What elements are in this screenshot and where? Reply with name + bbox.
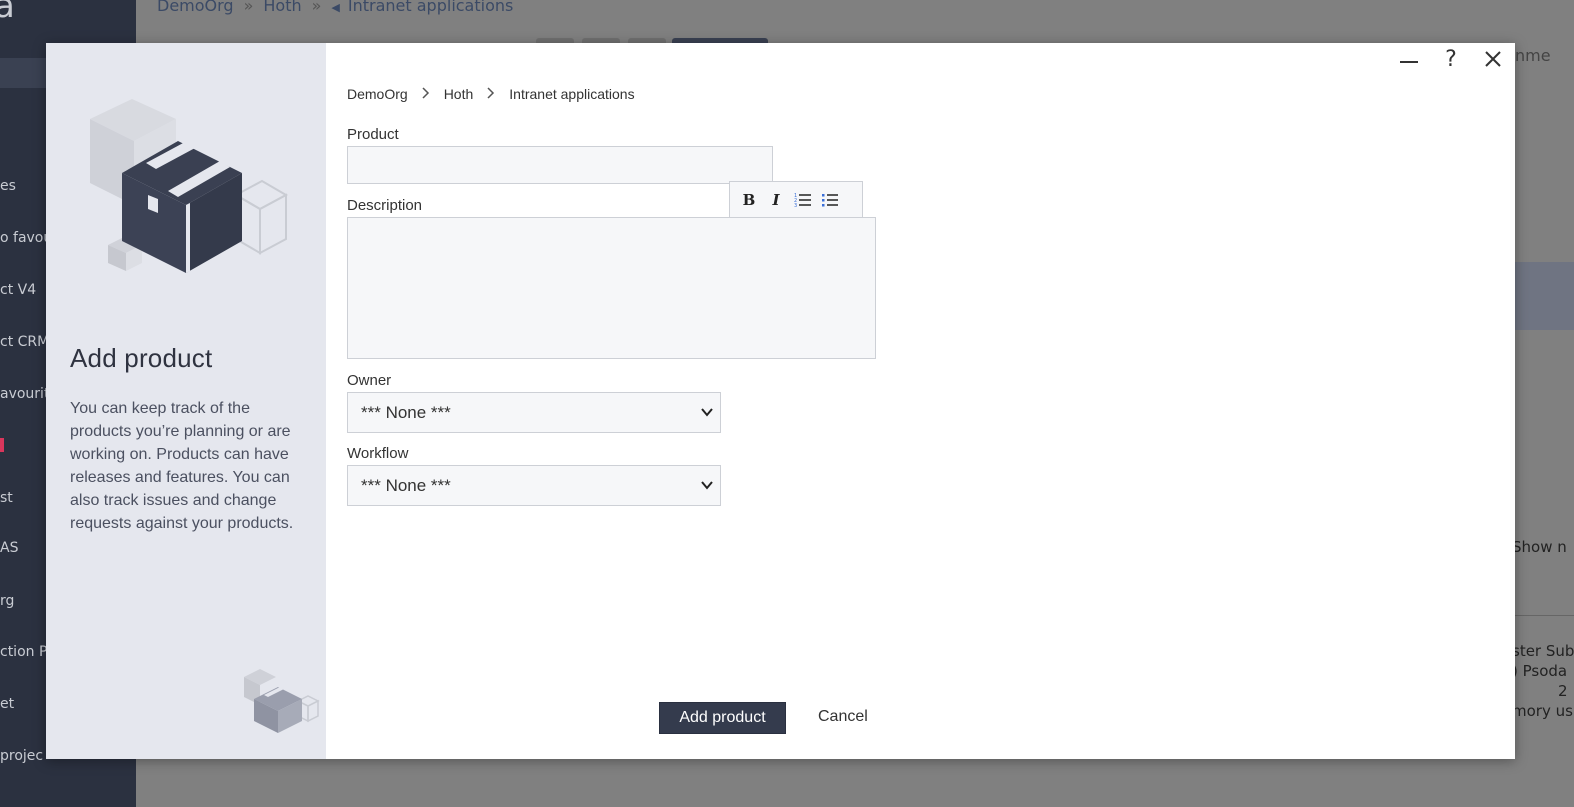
owner-select-value: *** None *** <box>361 402 451 422</box>
sidebar-item[interactable]: o favou <box>0 230 52 246</box>
chevron-down-icon <box>701 481 713 490</box>
workflow-label: Workflow <box>347 445 409 462</box>
breadcrumb-item: Intranet applications <box>347 0 514 15</box>
close-icon[interactable] <box>1481 47 1505 71</box>
caret-left-icon: ◀ <box>331 1 340 14</box>
product-input[interactable] <box>347 146 773 184</box>
owner-label: Owner <box>347 372 392 389</box>
dialog-info-panel: Add product You can keep track of the pr… <box>46 43 326 759</box>
sidebar-item[interactable]: AS <box>0 540 18 556</box>
dialog-description: You can keep track of the products you’r… <box>70 400 294 532</box>
breadcrumb-item[interactable]: Hoth <box>444 86 474 102</box>
ordered-list-icon[interactable]: 1 2 3 <box>794 191 812 209</box>
description-textarea[interactable] <box>347 217 876 359</box>
sidebar-item[interactable]: rg <box>0 593 14 609</box>
sidebar-item[interactable]: st <box>0 490 13 506</box>
cancel-button[interactable]: Cancel <box>818 708 868 726</box>
chevron-down-icon <box>701 408 713 417</box>
breadcrumb-item[interactable]: Intranet applications <box>509 86 634 102</box>
rich-text-toolbar: B I 1 2 3 <box>729 181 863 218</box>
svg-text:3: 3 <box>794 203 797 209</box>
sidebar-item[interactable]: ct V4 <box>0 282 36 298</box>
background-divider <box>1515 615 1574 616</box>
background-text: mory us <box>1512 702 1573 720</box>
workflow-select[interactable]: *** None *** <box>347 465 721 506</box>
sidebar-item[interactable]: es <box>0 178 16 194</box>
breadcrumb-separator: » <box>311 0 322 15</box>
sidebar-item[interactable]: et <box>0 696 14 712</box>
background-text: 2 <box>1558 682 1568 700</box>
chevron-right-icon <box>487 86 495 102</box>
add-product-dialog: Add product You can keep track of the pr… <box>46 43 1515 759</box>
owner-select[interactable]: *** None *** <box>347 392 721 433</box>
breadcrumb-item[interactable]: DemoOrg <box>157 0 234 15</box>
boxes-illustration-icon <box>90 99 289 273</box>
bullet-list-icon[interactable] <box>821 191 839 209</box>
help-icon[interactable]: ? <box>1439 47 1463 72</box>
dialog-breadcrumb: DemoOrg Hoth Intranet applications <box>347 86 635 102</box>
app-logo: a <box>0 0 15 26</box>
dialog-title: Add product <box>70 343 213 373</box>
boxes-small-illustration-icon <box>244 669 320 733</box>
product-label: Product <box>347 126 399 143</box>
breadcrumb-separator: » <box>243 0 254 15</box>
chevron-right-icon <box>422 86 430 102</box>
background-user-name: nme <box>1515 46 1551 65</box>
breadcrumb-item[interactable]: Hoth <box>263 0 301 15</box>
background-text: ) Psoda <box>1512 662 1568 680</box>
add-product-button[interactable]: Add product <box>659 702 786 734</box>
minimize-icon[interactable] <box>1397 47 1421 71</box>
sidebar-item[interactable]: projec <box>0 748 43 764</box>
description-label: Description <box>347 197 423 214</box>
italic-button[interactable]: I <box>767 191 785 209</box>
workflow-select-value: *** None *** <box>361 475 451 495</box>
bold-button[interactable]: B <box>740 191 758 209</box>
breadcrumb-item[interactable]: DemoOrg <box>347 86 408 102</box>
window-controls: ? <box>1397 47 1505 72</box>
background-breadcrumb: DemoOrg » Hoth » ◀ Intranet applications <box>157 0 513 15</box>
sidebar-red-marker <box>0 438 4 452</box>
background-text: ster Subs <box>1512 642 1574 660</box>
sidebar-item[interactable]: ct CRM <box>0 334 49 350</box>
background-show-more[interactable]: Show n <box>1512 538 1567 556</box>
background-highlight-band <box>1515 262 1574 330</box>
